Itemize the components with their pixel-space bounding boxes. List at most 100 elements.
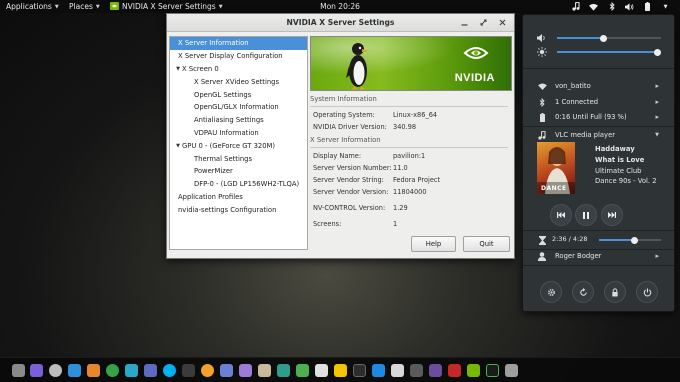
next-button[interactable]	[601, 204, 623, 226]
dock-app-icon[interactable]	[258, 364, 271, 377]
tree-item[interactable]: ▼ GPU 0 - (GeForce GT 320M)	[170, 139, 307, 152]
tree-item[interactable]: X Server XVideo Settings	[170, 75, 307, 88]
track-artist: Haddaway	[595, 145, 635, 153]
playback-progress-knob[interactable]	[631, 236, 639, 244]
dock-app-icon[interactable]	[353, 364, 366, 377]
nvidia-settings-dock-icon[interactable]	[467, 364, 480, 377]
tree-item[interactable]: Antialiasing Settings	[170, 114, 307, 127]
dock-app-icon[interactable]	[125, 364, 138, 377]
info-label: Screens:	[313, 220, 342, 228]
playback-progress-slider[interactable]	[599, 236, 661, 244]
chevron-right-icon: ▸	[655, 251, 659, 260]
dock-app-icon[interactable]	[296, 364, 309, 377]
info-label: Operating System:	[313, 111, 375, 119]
music-icon	[537, 130, 547, 140]
help-button[interactable]: Help	[411, 236, 456, 252]
volume-slider[interactable]	[557, 34, 661, 42]
maximize-button[interactable]	[478, 17, 489, 28]
pause-button[interactable]	[575, 204, 597, 226]
close-button[interactable]	[497, 17, 508, 28]
dock-app-icon[interactable]	[410, 364, 423, 377]
tree-item[interactable]: OpenGL/GLX Information	[170, 101, 307, 114]
dock-app-icon[interactable]	[220, 364, 233, 377]
info-row: Server Vendor String: Fedora Project	[310, 174, 512, 186]
track-title: What is Love	[595, 156, 645, 164]
tree-item[interactable]: ▼ X Screen 0	[170, 63, 307, 76]
dock-app-icon[interactable]	[505, 364, 518, 377]
info-value: 1.29	[393, 204, 408, 212]
tree-item[interactable]: nvidia-settings Configuration	[170, 203, 307, 216]
nvidia-eye-logo	[463, 47, 489, 59]
tree-item[interactable]: Application Profiles	[170, 191, 307, 204]
rotation-lock-button[interactable]	[572, 281, 594, 303]
system-info-list: Operating System: Linux-x86_64 NVIDIA Driv…	[310, 109, 512, 133]
info-value: Fedora Project	[393, 176, 441, 184]
tree-item-label: Antialiasing Settings	[194, 116, 264, 125]
active-app-menu[interactable]: NVIDIA X Server Settings ▼	[110, 1, 223, 12]
dock-app-icon[interactable]	[391, 364, 404, 377]
tree-item[interactable]: X Server Display Configuration	[170, 50, 307, 63]
battery-label: 0:16 Until Full (93 %)	[555, 112, 627, 121]
user-row[interactable]: Roger Bodger ▸	[523, 249, 674, 262]
tree-item[interactable]: OpenGL Settings	[170, 88, 307, 101]
tree-item[interactable]: VDPAU Information	[170, 127, 307, 140]
dock-app-icon[interactable]	[106, 364, 119, 377]
window-title: NVIDIA X Server Settings	[286, 18, 395, 27]
dock-app-icon[interactable]	[277, 364, 290, 377]
bluetooth-row[interactable]: 1 Connected ▸	[523, 95, 674, 108]
nvidia-logo-text: NVIDIA	[454, 72, 495, 84]
battery-icon	[537, 112, 547, 122]
volume-slider-knob[interactable]	[600, 34, 608, 42]
tree-item-label: X Server Display Configuration	[178, 52, 283, 61]
battery-row[interactable]: 0:16 Until Full (93 %) ▸	[523, 110, 674, 123]
power-icon	[643, 287, 651, 296]
brightness-slider[interactable]	[557, 48, 662, 56]
applications-label: Applications	[6, 2, 52, 11]
dock-app-icon[interactable]	[30, 364, 43, 377]
show-apps-icon[interactable]	[12, 364, 25, 377]
dock-app-icon[interactable]	[448, 364, 461, 377]
tree-item[interactable]: PowerMizer	[170, 165, 307, 178]
dock-app-icon[interactable]	[372, 364, 385, 377]
tree-item[interactable]: DFP-0 - (LGD LP156WH2-TLQA)	[170, 178, 307, 191]
dock-app-icon[interactable]	[429, 364, 442, 377]
dock-app-icon[interactable]	[144, 364, 157, 377]
dock-app-icon[interactable]	[486, 364, 499, 377]
info-label: Server Vendor String:	[313, 176, 384, 184]
top-bar: Applications ▼ Places ▼ NVIDIA X Server …	[0, 0, 680, 13]
quit-button[interactable]: Quit	[463, 236, 510, 252]
expander-icon[interactable]: ▼	[174, 143, 182, 149]
brightness-slider-knob[interactable]	[654, 48, 662, 56]
dock-app-icon[interactable]	[334, 364, 347, 377]
info-label: NVIDIA Driver Version:	[313, 123, 387, 131]
tree-item-label: X Screen 0	[182, 64, 219, 73]
dock-app-icon[interactable]	[315, 364, 328, 377]
tree-item[interactable]: Thermal Settings	[170, 152, 307, 165]
nvidia-banner: NVIDIA	[310, 36, 512, 91]
tree-item[interactable]: X Server Information	[170, 37, 307, 50]
bluetooth-icon	[607, 2, 616, 11]
dock-app-icon[interactable]	[239, 364, 252, 377]
settings-tree[interactable]: X Server Information X Server Display Con…	[169, 36, 308, 250]
tree-item-label: X Server Information	[178, 39, 249, 48]
expander-icon[interactable]: ▼	[174, 66, 182, 72]
dock-app-icon[interactable]	[182, 364, 195, 377]
settings-button[interactable]	[540, 281, 562, 303]
places-menu[interactable]: Places ▼	[69, 2, 100, 11]
dock-app-icon[interactable]	[49, 364, 62, 377]
previous-button[interactable]	[550, 204, 572, 226]
power-button[interactable]	[636, 281, 658, 303]
dock-app-icon[interactable]	[163, 364, 176, 377]
wifi-icon	[589, 2, 598, 11]
dock-app-icon[interactable]	[87, 364, 100, 377]
lock-button[interactable]	[604, 281, 626, 303]
applications-menu[interactable]: Applications ▼	[6, 2, 59, 11]
playback-progress-row: 2:36 / 4:28	[523, 233, 674, 247]
dock-app-icon[interactable]	[68, 364, 81, 377]
system-tray[interactable]: ▼	[571, 0, 670, 13]
minimize-button[interactable]	[459, 17, 470, 28]
dock-app-icon[interactable]	[201, 364, 214, 377]
window-titlebar[interactable]: NVIDIA X Server Settings	[167, 14, 514, 32]
media-player-row[interactable]: VLC media player ▼	[523, 128, 674, 141]
wifi-row[interactable]: von_batito ▸	[523, 79, 674, 92]
